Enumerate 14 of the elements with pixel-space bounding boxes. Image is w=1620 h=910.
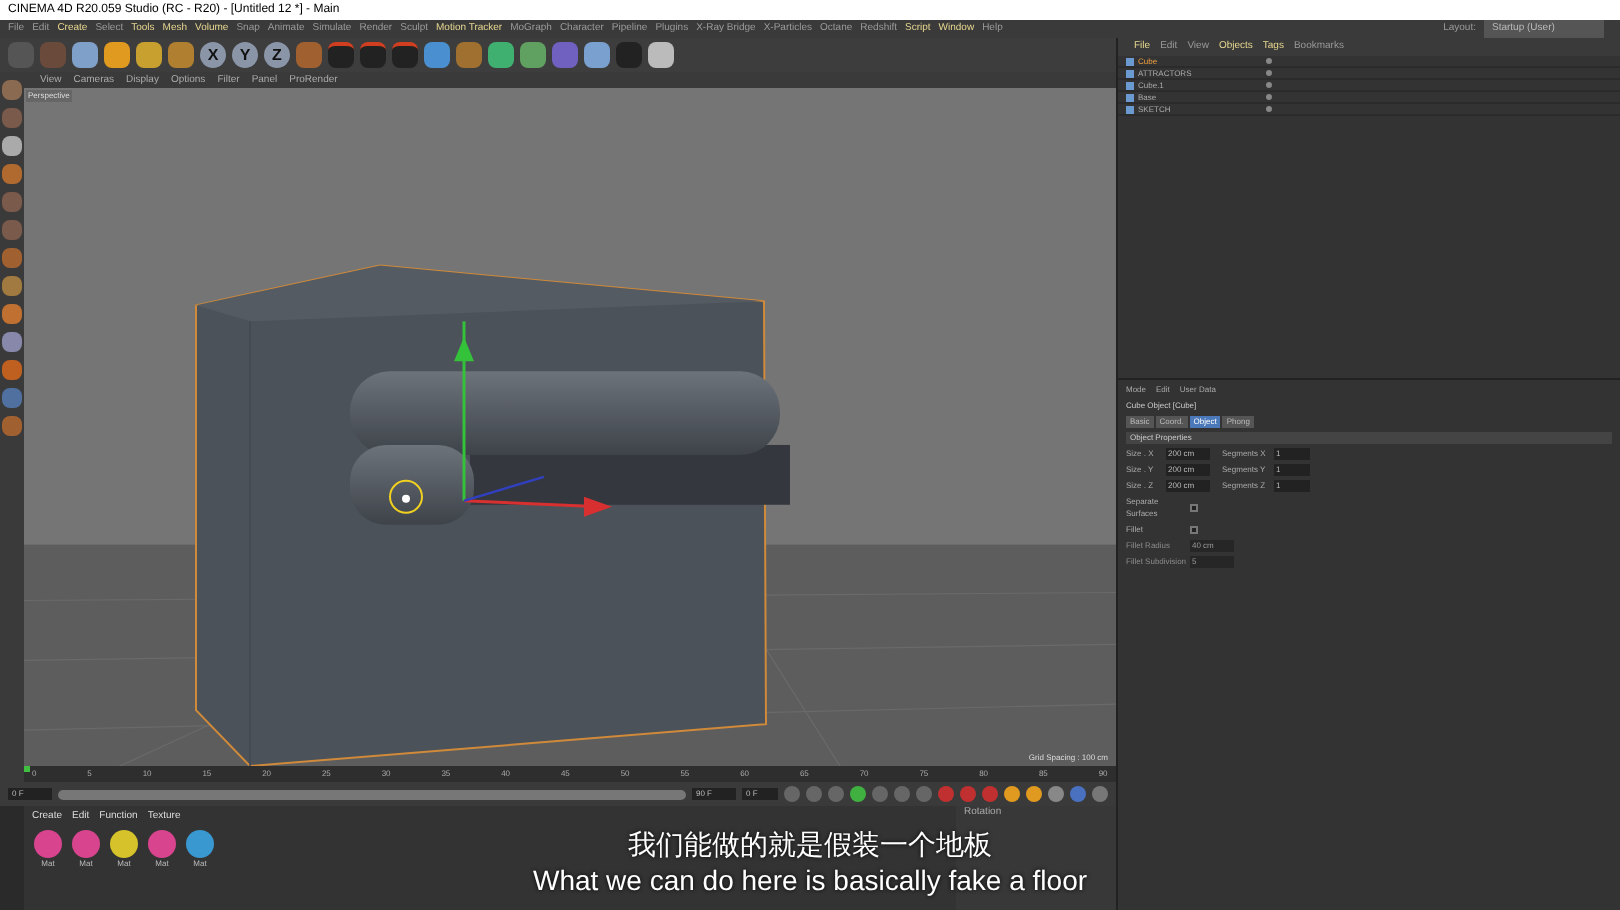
material-swatch[interactable]: [186, 829, 214, 857]
frame-range-slider[interactable]: [58, 789, 686, 799]
axis-button[interactable]: X: [200, 42, 226, 68]
playhead-marker[interactable]: [24, 766, 30, 772]
material-swatch[interactable]: [72, 829, 100, 857]
material-swatch[interactable]: [110, 829, 138, 857]
checkbox[interactable]: [1190, 526, 1198, 534]
checkbox[interactable]: [1190, 504, 1198, 512]
subtitle-line: What we can do here is basically fake a floor: [532, 862, 1088, 898]
subtitle-line: 我们能做的就是假装一个地板: [628, 826, 992, 862]
material-swatch[interactable]: [34, 829, 62, 857]
axis-button[interactable]: Z: [264, 42, 290, 68]
material-swatch[interactable]: [148, 829, 176, 857]
axis-button[interactable]: Y: [232, 42, 258, 68]
